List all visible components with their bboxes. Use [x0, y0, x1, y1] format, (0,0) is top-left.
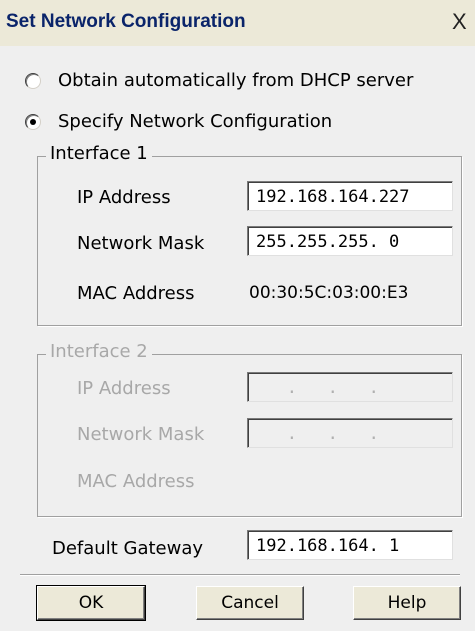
interface1-legend: Interface 1: [46, 143, 152, 164]
window-title: Set Network Configuration: [6, 11, 246, 32]
close-icon[interactable]: X: [452, 9, 467, 35]
gateway-label: Default Gateway: [52, 538, 204, 559]
interface2-mask-label: Network Mask: [77, 424, 205, 445]
interface2-mac-label: MAC Address: [77, 471, 195, 492]
interface1-mask-input[interactable]: 255.255.255. 0: [247, 226, 453, 256]
dhcp-radio-label[interactable]: Obtain automatically from DHCP server: [58, 70, 413, 91]
interface1-mac-label: MAC Address: [77, 283, 195, 304]
interface1-mac-value: 00:30:5C:03:00:E3: [249, 283, 409, 303]
interface1-ip-input[interactable]: 192.168.164.227: [247, 181, 453, 211]
interface2-legend: Interface 2: [46, 341, 152, 362]
title-bar: Set Network Configuration X: [0, 0, 475, 46]
specify-radio[interactable]: [25, 114, 41, 130]
interface1-mask-label: Network Mask: [77, 233, 205, 254]
radio-selected-dot: [30, 119, 36, 125]
gateway-input[interactable]: 192.168.164. 1: [247, 530, 453, 560]
interface2-ip-label: IP Address: [77, 378, 171, 399]
interface2-mask-input[interactable]: . . .: [247, 418, 453, 448]
interface2-ip-input[interactable]: . . .: [247, 372, 453, 402]
interface1-ip-label: IP Address: [77, 187, 171, 208]
dhcp-radio[interactable]: [25, 73, 41, 89]
button-separator: [20, 574, 460, 576]
specify-radio-label[interactable]: Specify Network Configuration: [58, 111, 332, 132]
help-button[interactable]: Help: [353, 586, 461, 620]
cancel-button[interactable]: Cancel: [196, 586, 304, 620]
ok-button[interactable]: OK: [36, 585, 146, 621]
